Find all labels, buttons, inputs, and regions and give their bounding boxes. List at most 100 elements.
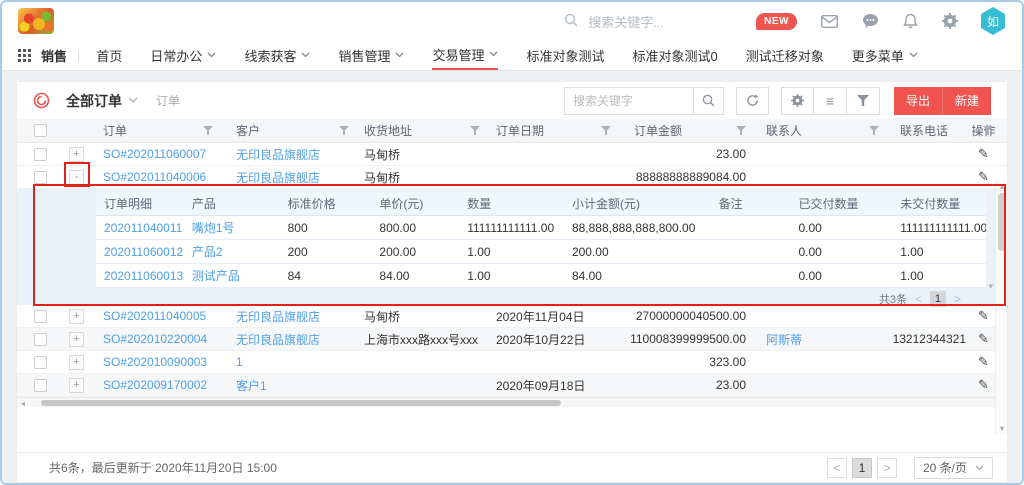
amount-cell: 110008399999500.00 [630,332,746,346]
expand-row-button[interactable]: + [69,309,84,324]
edit-icon[interactable]: ✎ [978,331,989,347]
nav-item-std-object-test[interactable]: 标准对象测试 [526,40,604,70]
export-button[interactable]: 导出 [894,87,942,115]
view-selector[interactable]: 全部订单 [66,91,122,111]
collapse-row-button[interactable]: - [69,170,84,185]
search-icon[interactable] [693,88,723,114]
edit-icon[interactable]: ✎ [978,308,989,324]
panel-scroll-down-icon[interactable]: ▾ [988,281,993,292]
order-link[interactable]: SO#202011060007 [103,147,206,161]
expand-row-button[interactable]: + [69,378,84,393]
customer-link[interactable]: 无印良品旗舰店 [236,308,320,325]
detail-line-link[interactable]: 202011040011 [96,216,184,239]
order-link[interactable]: SO#202011040005 [103,309,206,323]
expand-row-button[interactable]: + [69,332,84,347]
nav-item-sales-mgmt[interactable]: 销售管理 [338,40,404,70]
detail-next-page-button[interactable]: > [954,292,961,306]
edit-icon[interactable]: ✎ [978,377,989,393]
vertical-scrollbar[interactable]: ▴ ▾ [995,180,1007,434]
main-nav: 销售 | 首页 日常办公 线索获客 销售管理 交易管理 标准对象测试 标准对象测… [2,40,1022,71]
product-link[interactable]: 嘴炮1号 [184,216,280,239]
customer-link[interactable]: 无印良品旗舰店 [236,331,320,348]
app-window: 搜索关键字... NEW 如 销售 | 首页 日常办公 线索获客 销售管理 交易… [0,0,1024,485]
edit-icon[interactable]: ✎ [978,354,989,370]
row-checkbox[interactable] [34,171,47,184]
order-link[interactable]: SO#202010220004 [103,332,207,346]
detail-col-qty: 数量 [463,192,563,215]
nav-item-trade-mgmt[interactable]: 交易管理 [432,40,498,70]
nav-item-leads[interactable]: 线索获客 [244,40,310,70]
nav-item-home[interactable]: 首页 [96,40,122,70]
prev-page-button[interactable]: < [827,458,847,478]
create-button[interactable]: 新建 [942,87,991,115]
row-checkbox[interactable] [34,333,47,346]
current-page[interactable]: 1 [852,458,872,478]
remark-cell [711,216,793,239]
user-avatar[interactable]: 如 [980,7,1006,35]
view-icon [33,92,50,109]
chat-icon[interactable] [862,13,879,29]
detail-line-link[interactable]: 202011060012 [96,240,184,263]
customer-link[interactable]: 客户1 [236,377,267,394]
filter-icon[interactable] [847,87,880,115]
page-size-select[interactable]: 20 条/页 [914,457,993,479]
detail-col-subtotal: 小计金额(元) [563,192,711,215]
detail-col-unit-price: 单价(元) [371,192,463,215]
detail-line-link[interactable]: 202011060013 [96,264,184,287]
expand-row-button[interactable]: + [69,355,84,370]
detail-current-page[interactable]: 1 [930,291,946,307]
edit-icon[interactable]: ✎ [978,146,989,162]
order-link[interactable]: SO#202011040006 [103,170,206,184]
product-link[interactable]: 测试产品 [184,264,280,287]
edit-icon[interactable]: ✎ [978,169,989,185]
settings-gear-icon[interactable] [781,87,814,115]
app-grid-icon[interactable] [18,49,31,62]
expand-row-button[interactable]: + [69,147,84,162]
order-link[interactable]: SO#202010090003 [103,355,207,369]
next-page-button[interactable]: > [877,458,897,478]
chevron-down-icon [395,52,404,58]
bell-icon[interactable] [903,13,918,29]
unit-price-cell: 84.00 [371,264,463,287]
unit-price-cell: 200.00 [371,240,463,263]
mail-icon[interactable] [821,15,838,28]
scroll-up-icon[interactable]: ▴ [996,180,1008,192]
app-logo[interactable] [18,8,54,34]
order-link[interactable]: SO#202009170002 [103,378,207,392]
subtotal-cell: 84.00 [563,264,711,287]
select-all-checkbox[interactable] [34,124,47,137]
refresh-icon[interactable] [736,87,769,115]
detail-prev-page-button[interactable]: < [915,292,922,306]
row-checkbox[interactable] [34,148,47,161]
delivered-cell: 0.00 [792,240,892,263]
product-link[interactable]: 产品2 [184,240,280,263]
nav-item-more-menu[interactable]: 更多菜单 [852,40,918,70]
customer-link[interactable]: 1 [236,355,243,369]
detail-pagination: 共3条 < 1 > [96,290,1007,308]
list-toolbar: 全部订单 订单 [17,82,1007,119]
row-checkbox[interactable] [34,356,47,369]
vertical-scrollbar-thumb[interactable] [998,193,1006,251]
amount-cell: 323.00 [709,355,746,369]
horizontal-scrollbar-thumb[interactable] [41,400,561,406]
global-search[interactable]: 搜索关键字... [564,12,664,31]
scroll-down-icon[interactable]: ▾ [996,422,1008,434]
customer-link[interactable]: 无印良品旗舰店 [236,146,320,163]
nav-item-migrate-object[interactable]: 测试迁移对象 [746,40,824,70]
chevron-down-icon[interactable] [128,97,138,104]
contact-link[interactable]: 阿斯蒂 [766,331,802,348]
qty-cell: 1.00 [463,240,563,263]
list-search-input[interactable] [565,94,693,108]
gear-icon[interactable] [942,13,958,29]
nav-item-std-object-test0[interactable]: 标准对象测试0 [633,40,718,70]
row-checkbox[interactable] [34,379,47,392]
search-icon [564,13,578,30]
chevron-down-icon [909,52,918,58]
horizontal-scrollbar[interactable]: ◂ ▸ [17,397,1007,407]
customer-link[interactable]: 无印良品旗舰店 [236,169,320,186]
list-view-icon[interactable]: ≡ [814,87,847,115]
table-row: + SO#202009170002 客户1 2020年09月18日 23.00 … [17,374,1007,397]
scroll-left-icon[interactable]: ◂ [17,398,29,408]
row-checkbox[interactable] [34,310,47,323]
nav-item-daily-office[interactable]: 日常办公 [150,40,216,70]
